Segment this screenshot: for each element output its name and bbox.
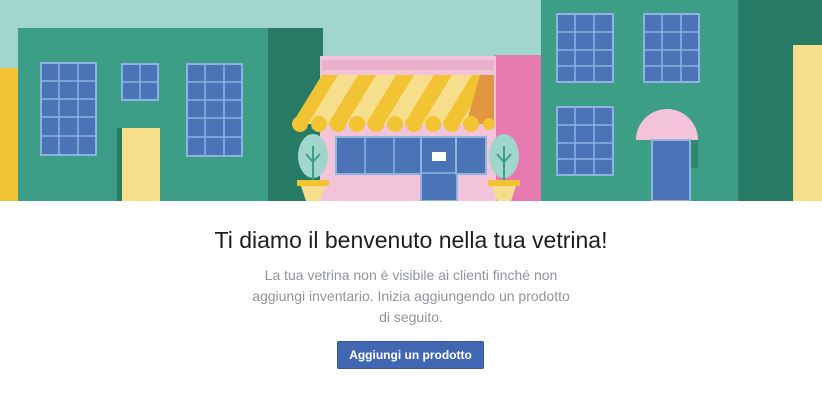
left-building: [18, 28, 323, 201]
welcome-title: Ti diamo il benvenuto nella tua vetrina!: [214, 227, 608, 253]
add-product-button[interactable]: Aggiungi un prodotto: [337, 341, 484, 369]
welcome-description: La tua vetrina non è visibile ai clienti…: [252, 267, 570, 325]
right-building: [541, 0, 822, 201]
storefront-illustration: [0, 0, 822, 201]
